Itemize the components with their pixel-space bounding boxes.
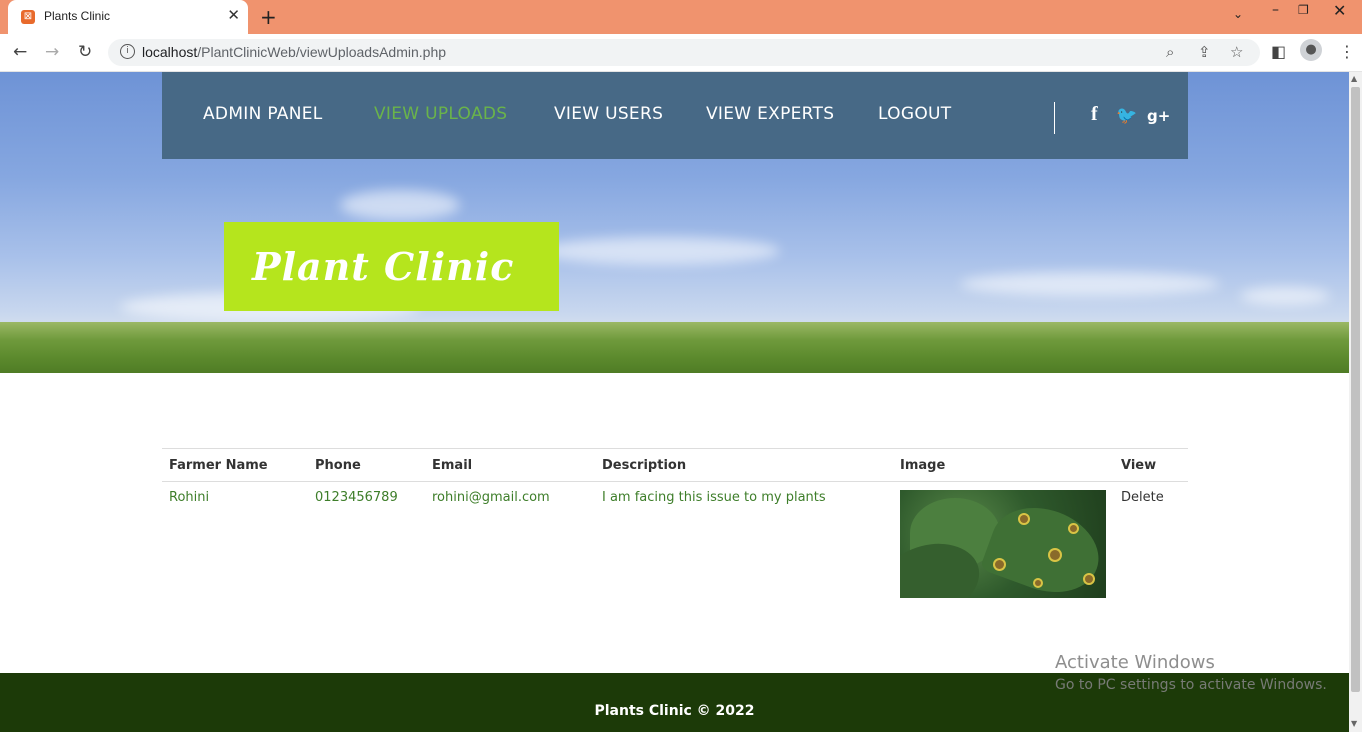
new-tab-icon[interactable]: +	[260, 5, 277, 29]
close-window-icon[interactable]: ✕	[1333, 1, 1346, 20]
scroll-thumb[interactable]	[1351, 87, 1360, 692]
profile-avatar-icon[interactable]: ●	[1300, 39, 1322, 61]
windows-activation-watermark: Activate Windows Go to PC settings to ac…	[1055, 652, 1327, 693]
header-farmer-name: Farmer Name	[162, 448, 308, 482]
nav-admin-panel[interactable]: ADMIN PANEL	[203, 104, 323, 124]
nav-divider	[1054, 102, 1055, 134]
site-logo[interactable]: Plant Clinic	[224, 222, 559, 311]
watermark-title: Activate Windows	[1055, 652, 1215, 673]
browser-tab[interactable]: ⊠ Plants Clinic ✕	[8, 0, 248, 34]
reload-icon[interactable]: ↻	[78, 42, 92, 62]
minimize-window-icon[interactable]: –	[1272, 2, 1279, 18]
watermark-subtitle: Go to PC settings to activate Windows.	[1055, 677, 1327, 693]
tab-title: Plants Clinic	[44, 9, 111, 23]
cell-image	[893, 482, 1114, 607]
tab-search-chevron-icon[interactable]: ⌄	[1233, 7, 1243, 21]
twitter-icon[interactable]: 🐦	[1116, 106, 1137, 126]
vertical-scrollbar[interactable]: ▲ ▼	[1349, 72, 1362, 732]
header-description: Description	[595, 448, 893, 482]
close-tab-icon[interactable]: ✕	[227, 6, 240, 24]
url-text: localhost/PlantClinicWeb/viewUploadsAdmi…	[142, 44, 447, 60]
cell-phone: 0123456789	[315, 490, 398, 505]
nav-view-experts[interactable]: VIEW EXPERTS	[706, 104, 834, 124]
zoom-icon[interactable]: ⌕	[1166, 43, 1174, 61]
site-info-icon[interactable]: i	[120, 44, 135, 59]
nav-view-uploads[interactable]: VIEW UPLOADS	[374, 104, 507, 124]
uploads-table: Farmer Name Phone Email Description Imag…	[162, 448, 1188, 606]
google-plus-icon[interactable]: g+	[1147, 107, 1170, 125]
facebook-icon[interactable]: f	[1091, 103, 1098, 126]
back-arrow-icon[interactable]: ←	[13, 42, 27, 62]
nav-logout[interactable]: LOGOUT	[878, 104, 951, 124]
footer-copyright: Plants Clinic © 2022	[594, 703, 755, 719]
logo-text: Plant Clinic	[252, 244, 515, 289]
diseased-leaf-photo[interactable]	[900, 490, 1106, 598]
header-image: Image	[893, 448, 1114, 482]
share-icon[interactable]: ⇪	[1198, 43, 1211, 61]
cell-email: rohini@gmail.com	[432, 490, 550, 505]
delete-link[interactable]: Delete	[1114, 482, 1188, 607]
forward-arrow-icon[interactable]: →	[45, 42, 59, 62]
restore-window-icon[interactable]: ❐	[1298, 3, 1309, 17]
xampp-favicon-icon: ⊠	[21, 10, 35, 24]
nav-view-users[interactable]: VIEW USERS	[554, 104, 663, 124]
page-viewport: ADMIN PANEL VIEW UPLOADS VIEW USERS VIEW…	[0, 72, 1349, 732]
browser-tab-strip: ⊠ Plants Clinic ✕ + ⌄ – ❐ ✕	[0, 0, 1362, 34]
browser-toolbar: ← → ↻ i localhost/PlantClinicWeb/viewUpl…	[0, 34, 1362, 72]
browser-menu-icon[interactable]: ⋮	[1339, 42, 1355, 61]
hero-banner: ADMIN PANEL VIEW UPLOADS VIEW USERS VIEW…	[0, 72, 1349, 373]
grass-field	[0, 322, 1349, 373]
scroll-up-icon[interactable]: ▲	[1351, 74, 1357, 83]
address-bar[interactable]: i localhost/PlantClinicWeb/viewUploadsAd…	[108, 39, 1260, 66]
cell-description: I am facing this issue to my plants	[602, 490, 826, 505]
header-email: Email	[425, 448, 595, 482]
table-row: Rohini 0123456789 rohini@gmail.com I am …	[162, 482, 1188, 607]
header-phone: Phone	[308, 448, 425, 482]
scroll-down-icon[interactable]: ▼	[1351, 719, 1357, 728]
top-navbar: ADMIN PANEL VIEW UPLOADS VIEW USERS VIEW…	[162, 72, 1188, 159]
table-header-row: Farmer Name Phone Email Description Imag…	[162, 448, 1188, 482]
side-panel-icon[interactable]: ◧	[1271, 42, 1286, 61]
bookmark-star-icon[interactable]: ☆	[1230, 43, 1243, 61]
header-view: View	[1114, 448, 1188, 482]
cell-farmer-name: Rohini	[169, 490, 210, 505]
